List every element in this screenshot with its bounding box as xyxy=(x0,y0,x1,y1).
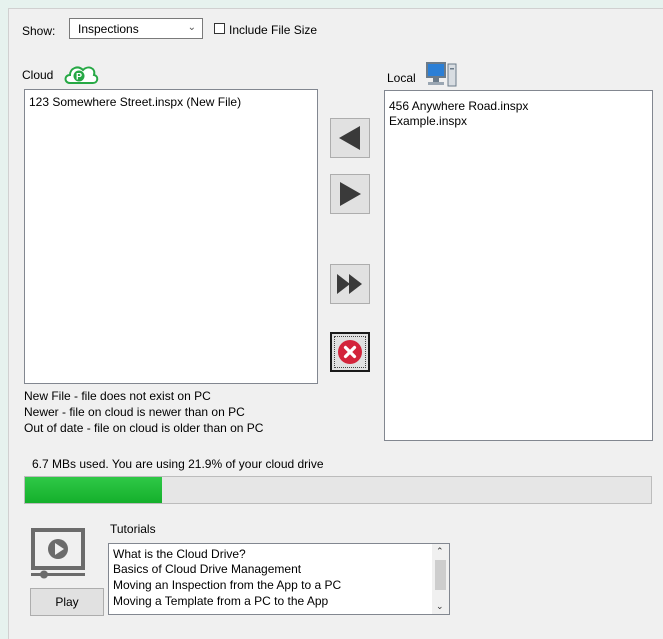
svg-text:P: P xyxy=(76,72,82,82)
list-item[interactable]: 456 Anywhere Road.inspx xyxy=(389,99,528,113)
cloud-icon: P xyxy=(64,66,99,84)
scroll-down-icon[interactable]: ⌄ xyxy=(436,601,444,612)
move-all-to-local-button[interactable] xyxy=(330,264,370,304)
list-item[interactable]: Moving a Template from a PC to the App xyxy=(113,594,328,609)
double-arrow-right-icon xyxy=(337,274,362,294)
list-item[interactable]: 123 Somewhere Street.inspx (New File) xyxy=(29,95,241,109)
legend-out-of-date: Out of date - file on cloud is older tha… xyxy=(24,421,264,435)
include-file-size-checkbox[interactable] xyxy=(214,23,225,34)
arrow-left-icon xyxy=(339,126,360,150)
legend-new-file: New File - file does not exist on PC xyxy=(24,389,211,403)
cloud-file-list[interactable]: 123 Somewhere Street.inspx (New File) xyxy=(24,89,318,384)
scroll-up-icon[interactable]: ⌃ xyxy=(436,546,444,557)
computer-icon xyxy=(426,62,457,87)
delete-button[interactable] xyxy=(330,332,370,372)
tutorials-label: Tutorials xyxy=(110,522,156,536)
show-label: Show: xyxy=(22,24,56,38)
list-item[interactable]: What is the Cloud Drive? xyxy=(113,547,246,562)
show-select-value: Inspections xyxy=(78,22,139,36)
video-player-icon xyxy=(31,528,85,579)
usage-text: 6.7 MBs used. You are using 21.9% of you… xyxy=(32,457,324,471)
list-item[interactable]: Example.inspx xyxy=(389,114,467,128)
list-item[interactable]: Basics of Cloud Drive Management xyxy=(113,562,301,577)
arrow-right-icon xyxy=(340,182,361,206)
tutorials-list[interactable]: What is the Cloud Drive? Basics of Cloud… xyxy=(108,543,450,615)
play-button[interactable]: Play xyxy=(30,588,104,616)
include-file-size-label: Include File Size xyxy=(229,23,318,37)
local-label: Local xyxy=(387,71,416,85)
scroll-thumb[interactable] xyxy=(435,560,446,590)
move-to-local-button[interactable] xyxy=(330,174,370,214)
cloud-label: Cloud xyxy=(22,68,54,82)
local-file-list[interactable]: 456 Anywhere Road.inspx Example.inspx xyxy=(384,90,653,441)
delete-icon xyxy=(338,340,362,364)
usage-progress-bar xyxy=(24,476,652,504)
list-item[interactable]: Moving an Inspection from the App to a P… xyxy=(113,578,341,593)
show-select[interactable]: Inspections ⌄ xyxy=(69,18,203,39)
chevron-down-icon: ⌄ xyxy=(187,22,196,33)
move-to-cloud-button[interactable] xyxy=(330,118,370,158)
tutorials-scrollbar[interactable]: ⌃ ⌄ xyxy=(432,544,449,614)
legend-newer: Newer - file on cloud is newer than on P… xyxy=(24,405,245,419)
usage-progress-fill xyxy=(25,477,163,503)
